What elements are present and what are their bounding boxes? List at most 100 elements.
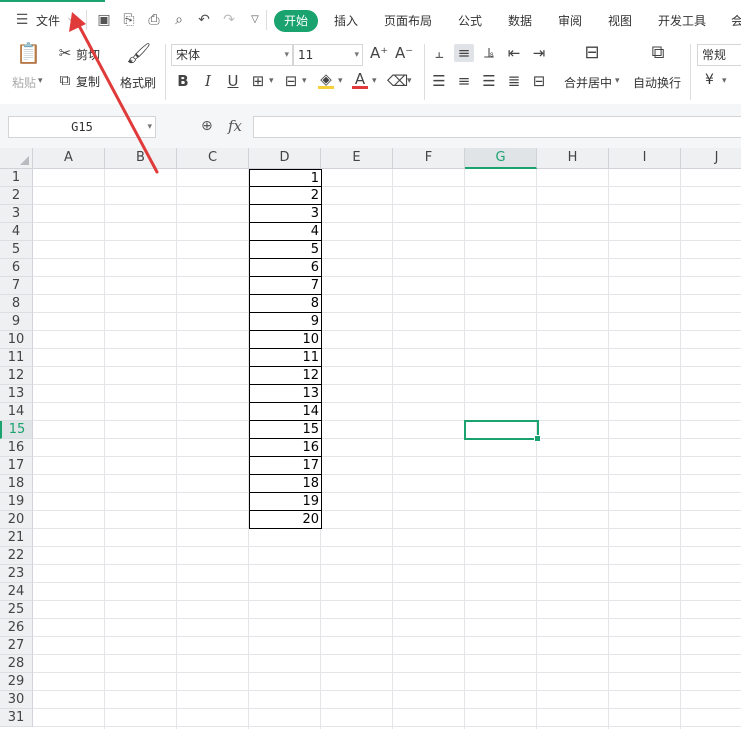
cell-d17[interactable]: 17	[249, 457, 322, 475]
bold-icon[interactable]: B	[175, 72, 191, 90]
tab-data[interactable]: 数据	[508, 12, 532, 29]
hamburger-menu-icon[interactable]: ☰	[14, 12, 30, 28]
paste-button[interactable]: 粘贴	[12, 74, 36, 91]
formula-input[interactable]	[253, 116, 741, 138]
increase-indent-icon[interactable]: ⇥	[530, 44, 548, 62]
copy-icon[interactable]: ⧉	[56, 71, 74, 89]
font-name-select[interactable]: 宋体 ▾	[171, 44, 293, 66]
row-header-17[interactable]: 17	[0, 457, 33, 475]
tab-review[interactable]: 审阅	[558, 12, 582, 29]
wrap-text-icon[interactable]: ⧉	[646, 44, 670, 62]
column-header-c[interactable]: C	[177, 148, 249, 169]
chevron-down-icon[interactable]: ▾	[269, 76, 274, 86]
cell-d1[interactable]: 1	[249, 169, 322, 187]
chevron-down-icon[interactable]: ⌵	[64, 12, 80, 28]
cell-d6[interactable]: 6	[249, 259, 322, 277]
cell-d16[interactable]: 16	[249, 439, 322, 457]
underline-icon[interactable]: U	[225, 72, 241, 90]
cell-style-icon[interactable]: ⊟	[283, 72, 299, 90]
row-header-22[interactable]: 22	[0, 547, 33, 565]
row-header-12[interactable]: 12	[0, 367, 33, 385]
clear-format-icon[interactable]: ⌫	[387, 72, 408, 90]
zoom-icon[interactable]: ⊕	[201, 118, 213, 134]
cell-d13[interactable]: 13	[249, 385, 322, 403]
row-header-21[interactable]: 21	[0, 529, 33, 547]
cell-d15[interactable]: 15	[249, 421, 322, 439]
row-header-24[interactable]: 24	[0, 583, 33, 601]
column-header-i[interactable]: I	[609, 148, 681, 169]
undo-icon[interactable]: ↶	[196, 12, 212, 28]
row-header-16[interactable]: 16	[0, 439, 33, 457]
row-header-11[interactable]: 11	[0, 349, 33, 367]
align-right-icon[interactable]: ☰	[480, 72, 498, 90]
copy-button[interactable]: 复制	[76, 73, 100, 90]
align-top-icon[interactable]: ⫠	[430, 44, 448, 62]
row-header-26[interactable]: 26	[0, 619, 33, 637]
justify-icon[interactable]: ≣	[505, 72, 523, 90]
save-icon[interactable]: ▣	[96, 12, 112, 28]
row-header-23[interactable]: 23	[0, 565, 33, 583]
chevron-down-icon[interactable]: ▾	[615, 76, 620, 86]
row-header-30[interactable]: 30	[0, 691, 33, 709]
row-header-18[interactable]: 18	[0, 475, 33, 493]
row-header-27[interactable]: 27	[0, 637, 33, 655]
cell-d9[interactable]: 9	[249, 313, 322, 331]
fill-handle[interactable]	[534, 435, 541, 442]
selected-cell-g15[interactable]	[464, 420, 541, 442]
decrease-font-size-icon[interactable]: A⁻	[395, 44, 413, 62]
chevron-down-icon[interactable]: ▾	[338, 76, 343, 86]
row-header-14[interactable]: 14	[0, 403, 33, 421]
redo-icon[interactable]: ↷	[221, 12, 237, 28]
row-header-9[interactable]: 9	[0, 313, 33, 331]
row-header-6[interactable]: 6	[0, 259, 33, 277]
fill-color-icon[interactable]: ◈	[318, 72, 334, 89]
cell-d8[interactable]: 8	[249, 295, 322, 313]
row-header-7[interactable]: 7	[0, 277, 33, 295]
cell-d14[interactable]: 14	[249, 403, 322, 421]
column-header-f[interactable]: F	[393, 148, 465, 169]
tab-home[interactable]: 开始	[274, 10, 318, 32]
select-all-corner[interactable]	[0, 148, 33, 169]
row-header-10[interactable]: 10	[0, 331, 33, 349]
column-header-e[interactable]: E	[321, 148, 393, 169]
column-header-j[interactable]: J	[681, 148, 741, 169]
chevron-down-icon[interactable]: ▾	[407, 76, 412, 86]
chevron-down-icon[interactable]: ▾	[302, 76, 307, 86]
row-header-4[interactable]: 4	[0, 223, 33, 241]
tab-view[interactable]: 视图	[608, 12, 632, 29]
tab-page-layout[interactable]: 页面布局	[384, 12, 432, 29]
column-header-b[interactable]: B	[105, 148, 177, 169]
chevron-down-icon[interactable]: ▾	[38, 76, 43, 86]
row-header-31[interactable]: 31	[0, 709, 33, 727]
row-header-20[interactable]: 20	[0, 511, 33, 529]
print-preview-icon[interactable]: ⌕	[171, 12, 187, 28]
row-header-19[interactable]: 19	[0, 493, 33, 511]
align-left-icon[interactable]: ☰	[430, 72, 448, 90]
font-color-icon[interactable]: A	[352, 72, 368, 89]
cut-button[interactable]: 剪切	[76, 46, 100, 63]
number-format-select[interactable]: 常规	[697, 44, 741, 66]
wrap-text-button[interactable]: 自动换行	[633, 74, 681, 91]
row-header-1[interactable]: 1	[0, 169, 33, 187]
format-painter-icon[interactable]: 🖌	[126, 43, 151, 63]
row-header-13[interactable]: 13	[0, 385, 33, 403]
cell-d11[interactable]: 11	[249, 349, 322, 367]
italic-icon[interactable]: I	[200, 72, 216, 90]
fx-button[interactable]: fx	[228, 117, 242, 135]
cell-d3[interactable]: 3	[249, 205, 322, 223]
cell-d5[interactable]: 5	[249, 241, 322, 259]
merge-center-button[interactable]: 合并居中	[564, 74, 612, 91]
cell-d18[interactable]: 18	[249, 475, 322, 493]
row-header-2[interactable]: 2	[0, 187, 33, 205]
name-box[interactable]: G15 ▾	[8, 116, 156, 138]
merge-center-icon[interactable]: ⊟	[580, 44, 604, 62]
tab-developer-tools[interactable]: 开发工具	[658, 12, 706, 29]
tab-member[interactable]: 会	[731, 12, 741, 29]
row-header-29[interactable]: 29	[0, 673, 33, 691]
column-header-h[interactable]: H	[537, 148, 609, 169]
row-header-28[interactable]: 28	[0, 655, 33, 673]
row-header-3[interactable]: 3	[0, 205, 33, 223]
cell-d4[interactable]: 4	[249, 223, 322, 241]
scissors-icon[interactable]: ✂	[56, 44, 74, 62]
cell-d7[interactable]: 7	[249, 277, 322, 295]
